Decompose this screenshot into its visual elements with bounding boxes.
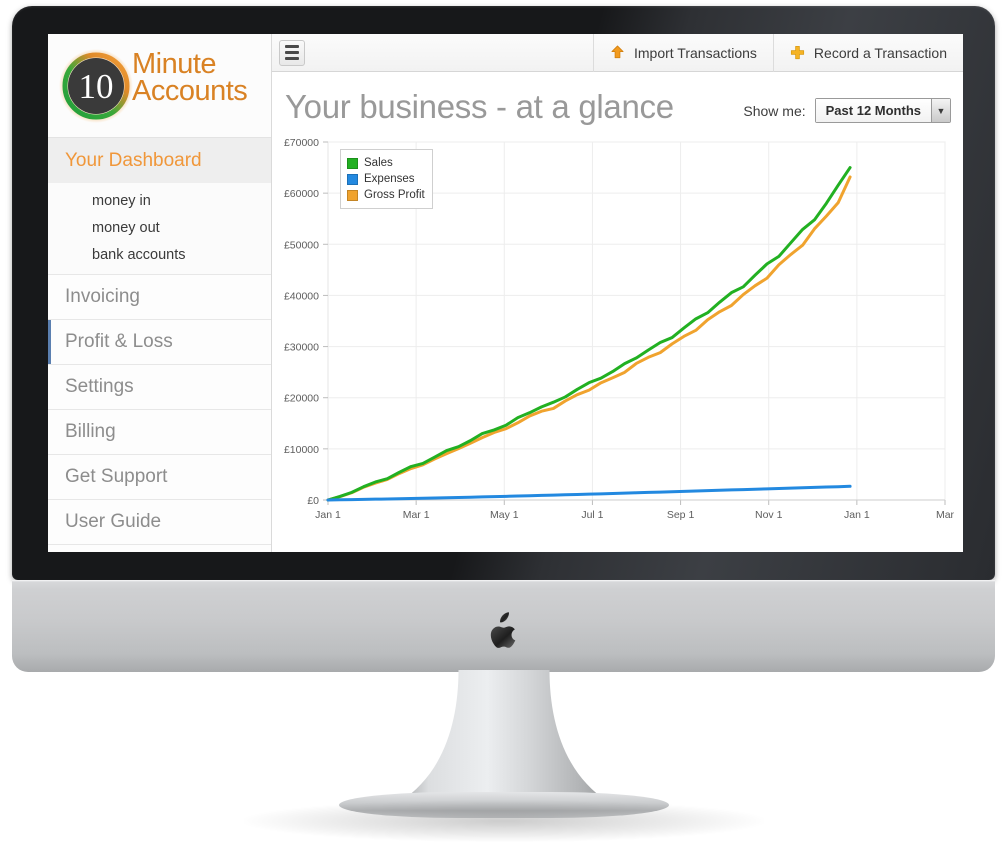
record-transaction-label: Record a Transaction	[813, 44, 947, 61]
sidebar-item-label: Get Support	[65, 466, 168, 487]
logo-wordmark: Minute Accounts	[132, 48, 248, 107]
imac-device: 10 Minute Accounts Your Dashboard money …	[0, 0, 1007, 848]
svg-text:£70000: £70000	[284, 137, 319, 149]
svg-text:Jan 1: Jan 1	[844, 509, 870, 521]
legend-label-expenses: Expenses	[364, 173, 415, 185]
floor-shadow	[243, 800, 764, 842]
legend-swatch-gross-profit	[347, 189, 358, 201]
legend-label-sales: Sales	[364, 157, 393, 169]
logo-area: 10 Minute Accounts	[48, 34, 271, 138]
brand-logo-icon: 10	[59, 49, 133, 123]
top-toolbar: Import Transactions Record a Transaction	[272, 34, 963, 72]
sidebar-item-get-support[interactable]: Get Support	[48, 455, 271, 500]
svg-text:£0: £0	[307, 495, 319, 507]
monitor-chin	[12, 580, 995, 672]
plus-icon	[790, 45, 804, 60]
svg-text:Jan 1: Jan 1	[315, 509, 341, 521]
import-transactions-label: Import Transactions	[633, 44, 757, 61]
dashboard-chart: £0 £10000 £20000 £30000 £40000 £50000 £60000 £7…	[272, 132, 963, 532]
chart-legend: Sales Expenses Gross Profit	[340, 149, 433, 209]
sidebar-item-your-dashboard[interactable]: Your Dashboard	[48, 138, 271, 183]
screen: 10 Minute Accounts Your Dashboard money …	[48, 34, 963, 552]
sidebar-item-user-guide[interactable]: User Guide	[48, 500, 271, 545]
svg-text:Mar 1: Mar 1	[403, 509, 430, 521]
show-me-label: Show me:	[743, 102, 806, 119]
logo-line-2: Accounts	[132, 74, 248, 107]
sidebar-subitem-money-out[interactable]: money out	[48, 214, 271, 241]
sidebar-subitem-money-in[interactable]: money in	[48, 187, 271, 214]
sidebar: 10 Minute Accounts Your Dashboard money …	[48, 34, 272, 552]
content-area: Your business - at a glance Show me: Pas…	[272, 72, 963, 552]
svg-text:£20000: £20000	[284, 393, 319, 405]
legend-swatch-sales	[347, 157, 358, 169]
legend-label-gross-profit: Gross Profit	[364, 189, 425, 201]
record-transaction-button[interactable]: Record a Transaction	[772, 34, 963, 72]
sidebar-item-invoicing[interactable]: Invoicing	[48, 275, 271, 320]
svg-text:£30000: £30000	[284, 342, 319, 354]
sidebar-item-settings[interactable]: Settings	[48, 365, 271, 410]
range-select-value: Past 12 Months	[815, 99, 931, 122]
svg-text:£40000: £40000	[284, 290, 319, 302]
sidebar-nav: Your Dashboard money in money out bank a…	[48, 138, 271, 545]
logo-line-1: Minute	[132, 48, 217, 80]
sidebar-item-label: Invoicing	[65, 286, 140, 307]
svg-text:May 1: May 1	[490, 509, 519, 521]
sidebar-subitem-label: money out	[92, 219, 160, 236]
apple-logo-icon	[490, 612, 515, 648]
upload-arrow-icon	[611, 45, 624, 59]
legend-item-expenses: Expenses	[347, 171, 425, 187]
chevron-down-icon: ▼	[931, 99, 950, 122]
hamburger-bar	[285, 45, 299, 48]
svg-text:£10000: £10000	[284, 444, 319, 456]
range-filter: Show me: Past 12 Months ▼	[743, 98, 951, 126]
sidebar-item-label: Profit & Loss	[65, 331, 173, 352]
monitor-stand-neck	[399, 670, 608, 802]
app-window: 10 Minute Accounts Your Dashboard money …	[48, 34, 963, 552]
hamburger-bar	[285, 51, 299, 54]
svg-text:Sep 1: Sep 1	[667, 509, 695, 521]
sidebar-subnav: money in money out bank accounts	[48, 183, 271, 275]
logo-badge-text: 10	[79, 67, 114, 106]
import-transactions-button[interactable]: Import Transactions	[592, 34, 773, 72]
hamburger-icon[interactable]	[279, 39, 305, 66]
sidebar-item-label: Your Dashboard	[65, 149, 202, 171]
svg-text:£50000: £50000	[284, 239, 319, 251]
svg-text:£60000: £60000	[284, 188, 319, 200]
sidebar-subitem-bank-accounts[interactable]: bank accounts	[48, 241, 271, 268]
legend-item-gross-profit: Gross Profit	[347, 187, 425, 203]
sidebar-subitem-label: bank accounts	[92, 246, 186, 263]
hamburger-bar	[285, 57, 299, 60]
page-title: Your business - at a glance	[285, 88, 674, 125]
svg-text:Jul 1: Jul 1	[581, 509, 603, 521]
sidebar-item-label: Billing	[65, 421, 116, 442]
range-select[interactable]: Past 12 Months ▼	[814, 98, 951, 123]
legend-swatch-expenses	[347, 173, 358, 185]
svg-text:Nov 1: Nov 1	[755, 509, 783, 521]
sidebar-item-label: Settings	[65, 376, 134, 397]
sidebar-subitem-label: money in	[92, 192, 151, 209]
legend-item-sales: Sales	[347, 155, 425, 171]
content-header: Your business - at a glance Show me: Pas…	[272, 72, 963, 126]
svg-text:Mar: Mar	[936, 509, 955, 521]
sidebar-item-billing[interactable]: Billing	[48, 410, 271, 455]
sidebar-item-label: User Guide	[65, 511, 162, 532]
main-panel: Import Transactions Record a Transaction…	[272, 34, 963, 552]
sidebar-item-profit-loss[interactable]: Profit & Loss	[48, 320, 271, 365]
